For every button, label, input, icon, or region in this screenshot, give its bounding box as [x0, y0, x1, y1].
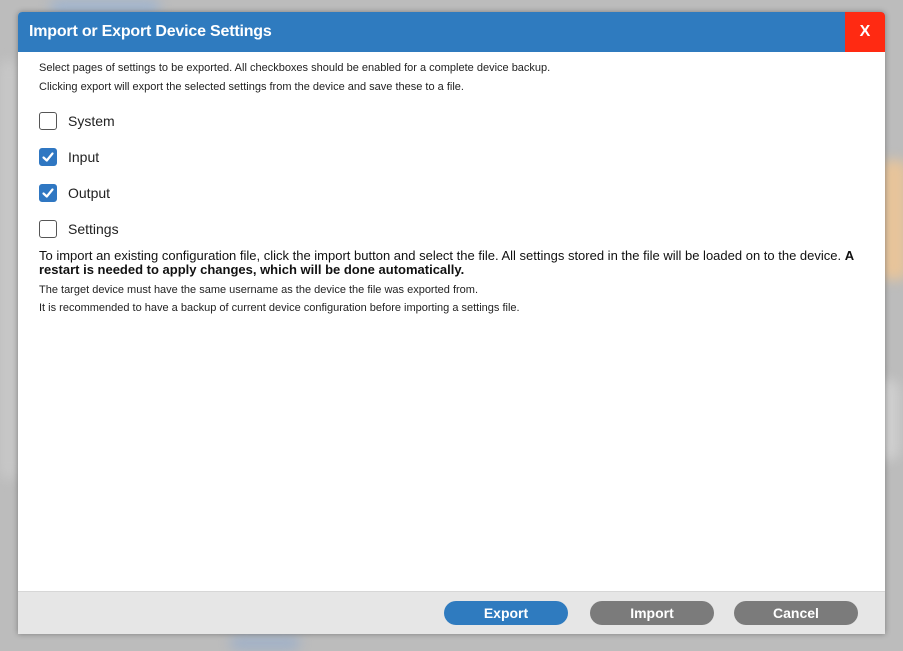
cancel-button[interactable]: Cancel [734, 601, 858, 625]
export-button[interactable]: Export [444, 601, 568, 625]
checkbox-output[interactable]: Output [39, 175, 869, 211]
import-instructions: To import an existing configuration file… [39, 249, 869, 277]
import-button[interactable]: Import [590, 601, 714, 625]
checkbox-unchecked-icon[interactable] [39, 112, 57, 130]
checkbox-checked-icon[interactable] [39, 148, 57, 166]
background-blur [0, 60, 18, 480]
checkbox-label: System [68, 113, 115, 129]
dialog-content: Select pages of settings to be exported.… [39, 59, 869, 317]
checkbox-input[interactable]: Input [39, 139, 869, 175]
checkbox-label: Input [68, 149, 100, 165]
checkbox-label: Output [68, 185, 111, 201]
export-pages-list: System Input Output Settings [39, 103, 869, 247]
import-export-dialog: Import or Export Device Settings X Selec… [18, 12, 885, 634]
checkbox-unchecked-icon[interactable] [39, 220, 57, 238]
background-blur [230, 636, 300, 650]
backup-recommendation: It is recommended to have a backup of cu… [39, 302, 520, 314]
checkbox-checked-icon[interactable] [39, 184, 57, 202]
username-note: The target device must have the same use… [39, 284, 479, 296]
checkbox-label: Settings [68, 221, 119, 237]
export-instructions-line: Clicking export will export the selected… [39, 81, 464, 93]
dialog-footer: Export Import Cancel [18, 591, 885, 634]
dialog-title: Import or Export Device Settings [29, 23, 272, 40]
checkbox-settings[interactable]: Settings [39, 211, 869, 247]
import-instructions-text: To import an existing configuration file… [39, 248, 842, 263]
export-instructions-line: Select pages of settings to be exported.… [39, 62, 551, 74]
checkbox-system[interactable]: System [39, 103, 869, 139]
dialog-title-bar: Import or Export Device Settings X [18, 12, 885, 52]
export-instructions: Select pages of settings to be exported.… [39, 59, 869, 97]
close-button[interactable]: X [845, 12, 885, 52]
